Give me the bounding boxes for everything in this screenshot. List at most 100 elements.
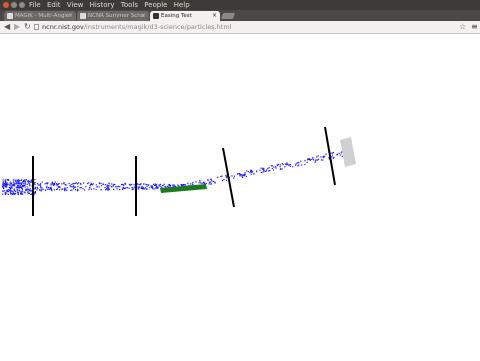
hamburger-menu-icon[interactable]: ≡ [471, 22, 478, 32]
particle [64, 187, 66, 189]
particle [10, 189, 12, 191]
particle [17, 182, 19, 184]
particle [105, 189, 107, 191]
detector [340, 137, 356, 167]
close-tab-icon[interactable]: × [212, 11, 217, 21]
particle [10, 182, 12, 184]
particle [195, 181, 197, 183]
particle [89, 185, 91, 187]
particle [59, 186, 61, 189]
particle [244, 173, 246, 175]
particle [42, 188, 44, 190]
particle [108, 183, 110, 185]
menu-edit[interactable]: Edit [47, 1, 61, 9]
particle [72, 183, 74, 185]
particle [6, 182, 8, 184]
tab-ncnr-summer-school[interactable]: NCNR Summer Scho × [77, 11, 149, 21]
particle [117, 185, 119, 188]
nist-favicon-icon [7, 13, 13, 19]
particle [12, 192, 14, 194]
particle [20, 179, 22, 181]
particle [14, 180, 17, 182]
particle [40, 183, 42, 185]
menu-view[interactable]: View [67, 1, 84, 9]
bookmark-star-icon[interactable]: ☆ [459, 22, 466, 32]
particle [74, 186, 77, 188]
particle [281, 168, 283, 170]
particle [128, 183, 131, 185]
particle [201, 182, 203, 184]
particle [50, 184, 52, 186]
particle [225, 175, 227, 177]
particle [9, 191, 11, 193]
particle [23, 184, 25, 187]
particle [59, 189, 61, 191]
particle [210, 183, 212, 185]
particle [146, 188, 148, 190]
particle [157, 186, 159, 188]
particle [100, 182, 102, 184]
particle [211, 180, 213, 182]
particle [262, 171, 264, 173]
particle [16, 184, 19, 186]
forward-arrow-icon[interactable]: ▶ [14, 22, 20, 32]
particle [241, 174, 243, 176]
particle [77, 190, 79, 192]
close-tab-icon[interactable]: × [68, 11, 73, 21]
particle [9, 181, 11, 183]
particle [15, 186, 17, 188]
address-bar[interactable]: ncnr.nist.gov/instruments/magik/d3-scien… [34, 22, 474, 32]
new-tab-button[interactable] [220, 13, 236, 19]
particle [41, 181, 43, 183]
particle [47, 187, 49, 189]
menu-tools[interactable]: Tools [121, 1, 138, 9]
menu-people[interactable]: People [144, 1, 167, 9]
particle [7, 190, 9, 193]
particle [4, 181, 6, 183]
particle [73, 188, 75, 190]
particle [173, 185, 175, 187]
minimize-window-button[interactable] [11, 2, 17, 8]
particle [66, 187, 68, 189]
particle [331, 156, 333, 158]
menu-help[interactable]: Help [174, 1, 190, 9]
particle [325, 153, 327, 155]
particle [336, 154, 338, 156]
particle [104, 184, 106, 186]
particle [66, 189, 68, 191]
particle [26, 186, 29, 188]
close-tab-icon[interactable]: × [141, 11, 146, 21]
particle [17, 187, 19, 189]
particle [241, 176, 243, 178]
particle [73, 183, 75, 185]
particle [137, 188, 139, 190]
particle [140, 187, 142, 189]
particle [70, 186, 72, 188]
particle [132, 187, 134, 189]
tab-magik[interactable]: MAGIK - Multi-Angle × [4, 11, 76, 21]
particle [52, 184, 54, 186]
particle [41, 187, 43, 189]
maximize-window-button[interactable] [19, 2, 25, 8]
particle [315, 159, 317, 161]
menu-history[interactable]: History [90, 1, 115, 9]
particle [320, 156, 322, 158]
back-arrow-icon[interactable]: ◀ [4, 22, 10, 32]
particle [68, 182, 70, 185]
particle [29, 190, 31, 192]
particle [12, 191, 14, 193]
close-window-button[interactable] [3, 2, 9, 8]
menu-file[interactable]: File [29, 1, 41, 9]
particle [233, 177, 235, 179]
particle [34, 186, 36, 188]
particle [137, 183, 139, 185]
particle [29, 185, 31, 187]
tab-easing-test[interactable]: Easing Test × [150, 11, 220, 21]
particle [19, 185, 21, 187]
particle [88, 187, 91, 189]
particle [220, 176, 222, 178]
particle [145, 183, 147, 185]
particle [33, 193, 36, 195]
particle [121, 183, 123, 186]
reload-icon[interactable]: ↻ [24, 22, 31, 32]
